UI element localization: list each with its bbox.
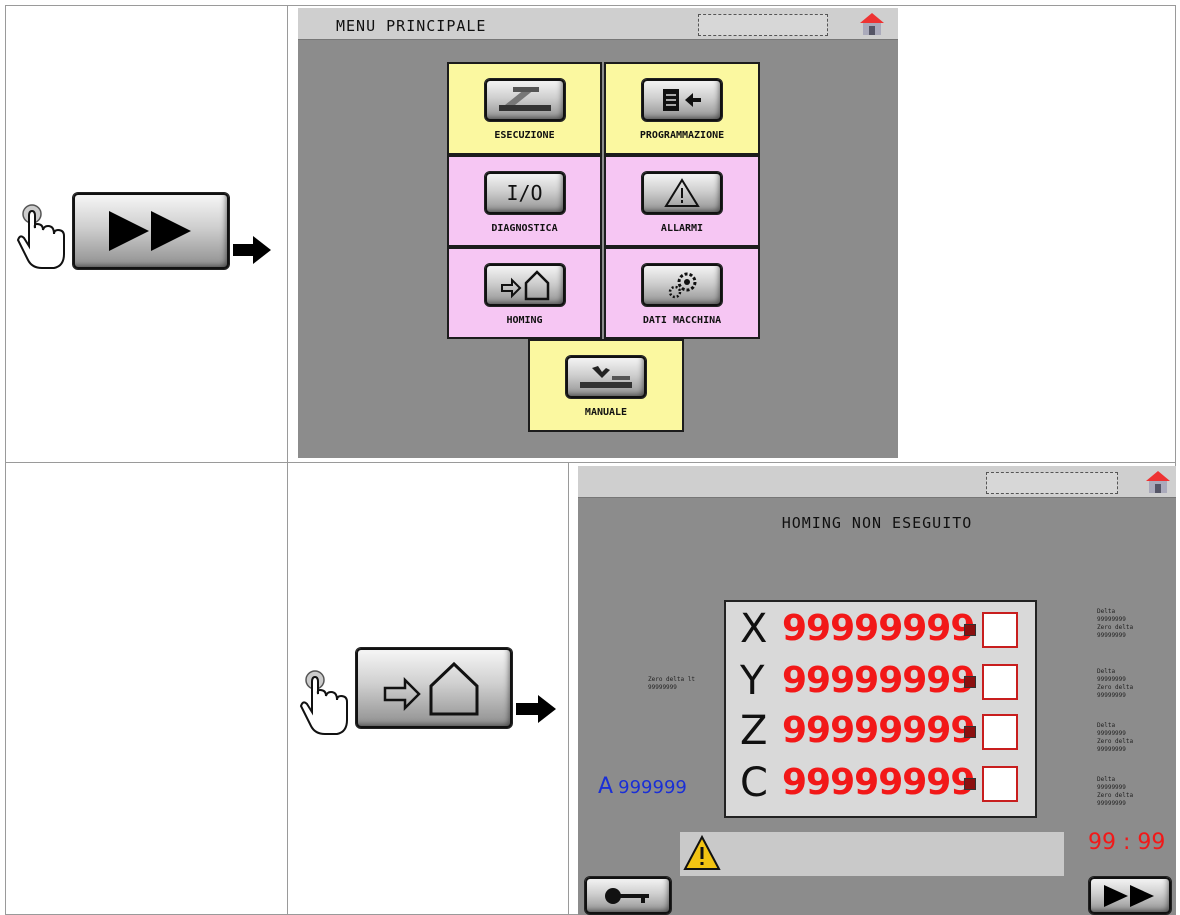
key-icon <box>605 887 649 904</box>
a-label: A <box>598 774 614 799</box>
io-icon: I/O <box>506 181 543 205</box>
tile-programmazione[interactable]: PROGRAMMAZIONE <box>604 62 760 155</box>
a-axis-readout: A 999999 <box>598 774 687 799</box>
message-bar <box>680 832 1064 876</box>
axis-value: 99999999 <box>782 660 975 701</box>
table-divider <box>287 5 288 915</box>
delta-note: Delta 99999999 Zero delta 99999999 <box>1097 608 1134 639</box>
allarmi-button[interactable] <box>641 171 723 215</box>
manual-machine-icon <box>580 366 632 388</box>
tile-label: ALLARMI <box>660 223 704 234</box>
cutting-machine-icon <box>498 87 551 111</box>
status-field <box>986 472 1118 494</box>
tile-allarmi[interactable]: ALLARMI <box>604 155 760 247</box>
main-menu-screen: MENU PRINCIPALE ESECUZIONE PROGRAMMAZION… <box>298 8 898 458</box>
axis-value: 99999999 <box>782 608 975 649</box>
home-arrow-icon <box>383 661 479 716</box>
esecuzione-button[interactable] <box>483 78 566 122</box>
home-arrow-icon <box>500 270 549 301</box>
zero-delta-note: Zero delta lt 99999999 <box>648 676 695 691</box>
table-divider <box>5 462 1176 463</box>
axis-status-led <box>964 778 976 790</box>
delta-note: Delta 99999999 Zero delta 99999999 <box>1097 722 1134 753</box>
axis-checkbox[interactable] <box>982 766 1018 802</box>
axis-checkbox[interactable] <box>982 714 1018 750</box>
homing-button[interactable] <box>355 647 513 729</box>
manuale-button[interactable] <box>565 355 647 399</box>
axis-letter: C <box>740 760 768 806</box>
diagnostica-button[interactable]: I/O <box>483 171 566 215</box>
hand-pointer-icon <box>16 204 65 269</box>
page-title: MENU PRINCIPALE <box>336 17 487 35</box>
document-arrow-icon <box>663 89 701 111</box>
tile-diagnostica[interactable]: I/O DIAGNOSTICA <box>447 155 602 247</box>
status-field <box>698 14 828 36</box>
title-bar <box>578 466 1176 498</box>
page-title: HOMING NON ESEGUITO <box>781 514 973 532</box>
axis-status-led <box>964 624 976 636</box>
forward-button[interactable] <box>72 192 230 270</box>
axis-letter: Z <box>740 708 768 754</box>
tile-label: DIAGNOSTICA <box>491 223 558 234</box>
dati-macchina-button[interactable] <box>641 263 723 307</box>
axis-checkbox[interactable] <box>982 612 1018 648</box>
tile-label: DATI MACCHINA <box>642 315 722 326</box>
tile-label: HOMING <box>506 315 543 326</box>
homing-screen: HOMING NON ESEGUITO Zero delta lt 999999… <box>578 466 1176 915</box>
axis-letter: Y <box>740 658 765 704</box>
home-alert-icon[interactable] <box>1144 469 1172 495</box>
forward-button[interactable] <box>1088 876 1172 915</box>
axis-letter: X <box>740 606 768 652</box>
tile-homing[interactable]: HOMING <box>447 247 602 339</box>
tile-label: MANUALE <box>584 407 628 418</box>
fast-forward-icon <box>1104 884 1154 907</box>
warning-icon <box>683 834 721 870</box>
tile-manuale[interactable]: MANUALE <box>528 339 684 432</box>
a-value: 999999 <box>618 777 687 798</box>
axis-status-led <box>964 676 976 688</box>
delta-note: Delta 99999999 Zero delta 99999999 <box>1097 776 1134 807</box>
programmazione-button[interactable] <box>641 78 723 122</box>
title-bar: MENU PRINCIPALE <box>298 8 898 40</box>
homing-button[interactable] <box>483 263 566 307</box>
arrow-right-icon <box>516 695 556 723</box>
tile-esecuzione[interactable]: ESECUZIONE <box>447 62 602 155</box>
arrow-right-icon <box>233 236 271 264</box>
hand-pointer-icon <box>299 670 348 735</box>
table-divider <box>568 462 569 915</box>
gears-icon <box>668 272 697 299</box>
axis-value: 99999999 <box>782 710 975 751</box>
axis-checkbox[interactable] <box>982 664 1018 700</box>
home-alert-icon[interactable] <box>858 11 886 37</box>
key-button[interactable] <box>584 876 672 915</box>
tile-label: PROGRAMMAZIONE <box>639 130 725 141</box>
axis-value: 99999999 <box>782 762 975 803</box>
axis-position-panel: X 99999999 Y 99999999 Z 99999999 C 99999… <box>724 600 1037 818</box>
warning-icon <box>664 178 700 207</box>
tile-dati-macchina[interactable]: DATI MACCHINA <box>604 247 760 339</box>
fast-forward-icon <box>109 211 191 251</box>
axis-status-led <box>964 726 976 738</box>
timer: 99 : 99 <box>1088 830 1166 855</box>
delta-note: Delta 99999999 Zero delta 99999999 <box>1097 668 1134 699</box>
tile-label: ESECUZIONE <box>494 130 555 141</box>
